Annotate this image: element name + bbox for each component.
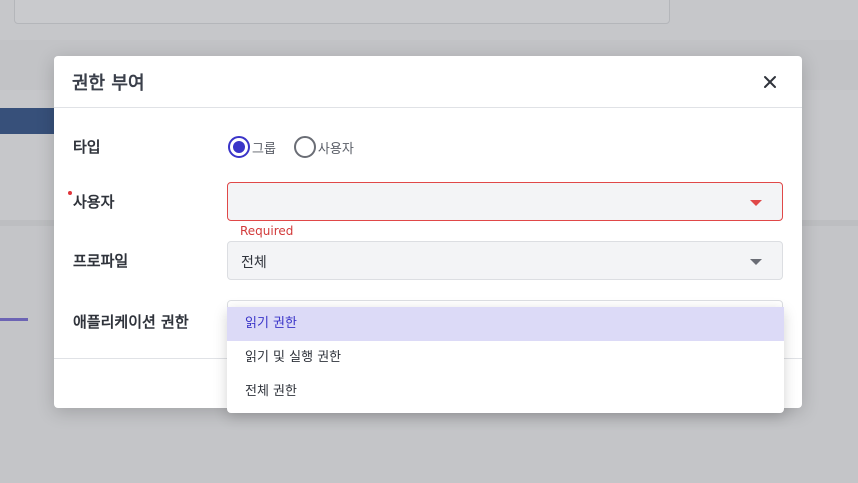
radio-group-option[interactable]: 그룹	[228, 136, 276, 158]
profile-label: 프로파일	[73, 252, 129, 270]
profile-select[interactable]: 전체	[227, 241, 783, 280]
chevron-down-icon	[750, 259, 762, 265]
chevron-down-icon	[750, 200, 762, 206]
user-label: 사용자	[73, 193, 115, 211]
app-permission-label: 애플리케이션 권한	[73, 313, 189, 331]
radio-user-label: 사용자	[317, 141, 354, 157]
radio-user-option[interactable]: 사용자	[293, 136, 354, 158]
menu-item-read[interactable]: 읽기 권한	[227, 307, 784, 341]
menu-item-full[interactable]: 전체 권한	[227, 375, 784, 409]
radio-unchecked-icon	[293, 136, 316, 158]
close-button[interactable]	[758, 70, 782, 94]
app-permission-menu: 읽기 권한 읽기 및 실행 권한 전체 권한	[227, 307, 784, 413]
menu-item-read-execute[interactable]: 읽기 및 실행 권한	[227, 341, 784, 375]
user-select[interactable]	[227, 182, 783, 221]
type-label: 타입	[73, 138, 101, 156]
required-indicator	[68, 191, 72, 195]
dialog-header: 권한 부여	[54, 56, 802, 108]
close-icon	[764, 76, 776, 88]
user-error-text: Required	[240, 224, 294, 238]
radio-group-label: 그룹	[252, 141, 276, 157]
type-radio-group: 그룹 사용자	[228, 135, 372, 159]
radio-checked-icon	[228, 136, 250, 158]
background-textarea	[14, 0, 670, 24]
background-selected-item	[0, 108, 60, 134]
background-tab-indicator	[0, 318, 28, 321]
profile-select-value: 전체	[241, 255, 267, 271]
dialog-title: 권한 부여	[72, 73, 145, 94]
